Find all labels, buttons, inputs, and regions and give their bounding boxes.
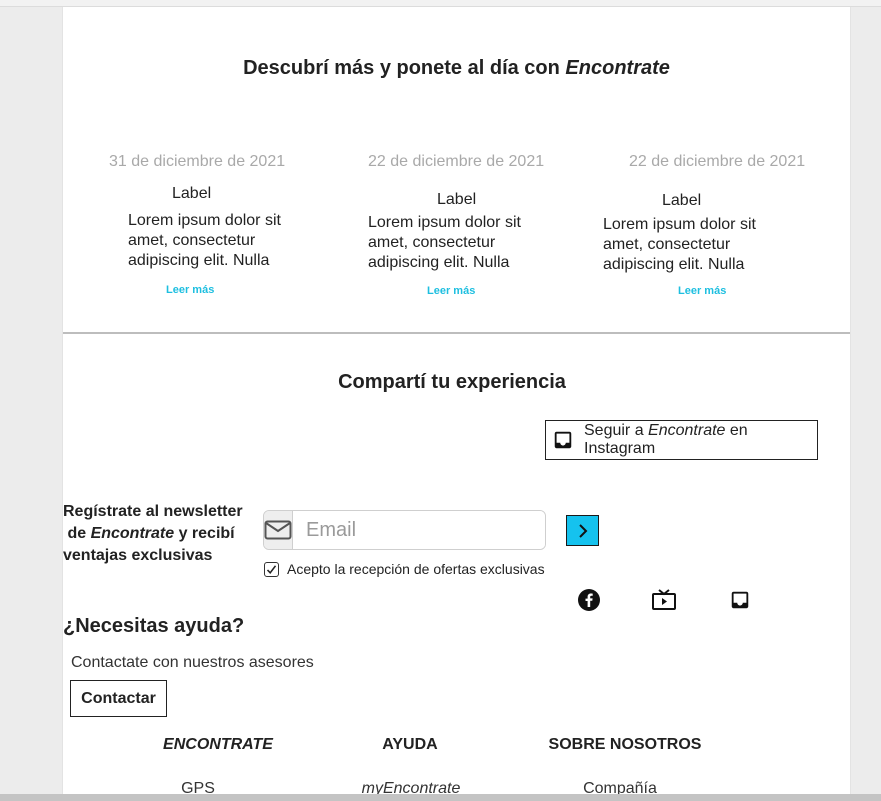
footer-heading-sobre-nosotros: SOBRE NOSOTROS: [548, 736, 702, 753]
article-3-date: 22 de diciembre de 2021: [629, 153, 806, 170]
share-section-title: Compartí tu experiencia: [338, 371, 566, 393]
help-title: ¿Necesitas ayuda?: [63, 615, 245, 637]
mail-icon: [264, 511, 293, 549]
newsletter-submit-button[interactable]: [566, 515, 599, 546]
section-divider: [63, 332, 850, 334]
accept-offers-label: Acepto la recepción de ofertas exclusiva…: [287, 561, 545, 577]
news-section-title: Descubrí más y ponete al día con Encontr…: [63, 57, 850, 80]
email-field-group: [263, 510, 546, 550]
email-input[interactable]: [293, 511, 545, 549]
news-title-brand: Encontrate: [565, 57, 670, 79]
article-3-text: Lorem ipsum dolor sit amet, consectetur …: [603, 216, 756, 273]
article-2-label: Label: [437, 191, 477, 208]
contact-button[interactable]: Contactar: [70, 680, 167, 717]
article-2-date: 22 de diciembre de 2021: [368, 153, 545, 170]
article-1-text: Lorem ipsum dolor sit amet, consectetur …: [128, 212, 281, 269]
tv-icon[interactable]: [651, 587, 677, 613]
facebook-icon[interactable]: [576, 587, 602, 613]
footer-heading-ayuda: AYUDA: [382, 736, 438, 753]
instagram-label-prefix: Seguir a: [584, 422, 649, 439]
footer-link-myencontrate[interactable]: myEncontrate: [336, 780, 486, 794]
article-3-label: Label: [662, 192, 702, 209]
newsletter-line-2-suffix: y recibí: [174, 525, 235, 542]
chevron-right-icon: [578, 523, 587, 538]
accept-offers-row: Acepto la recepción de ofertas exclusiva…: [264, 561, 545, 577]
article-3-read-more[interactable]: Leer más: [678, 285, 726, 297]
help-subtitle: Contactate con nuestros asesores: [71, 654, 314, 671]
browser-top-edge: [0, 0, 881, 7]
page-content: Descubrí más y ponete al día con Encontr…: [62, 7, 851, 794]
article-1-date: 31 de diciembre de 2021: [109, 153, 286, 170]
article-1-label: Label: [172, 185, 212, 202]
footer-link-gps[interactable]: GPS: [123, 780, 273, 794]
footer-link-compania[interactable]: Compañía: [545, 780, 695, 794]
inbox-icon[interactable]: [727, 587, 753, 613]
article-2-text: Lorem ipsum dolor sit amet, consectetur …: [368, 214, 521, 271]
newsletter-line-2: de Encontrate y recibí: [63, 523, 253, 545]
inbox-icon: [552, 429, 574, 451]
article-2-read-more[interactable]: Leer más: [427, 285, 475, 297]
follow-instagram-button[interactable]: Seguir a Encontrate en Instagram: [545, 420, 818, 460]
instagram-label: Seguir a Encontrate en Instagram: [584, 422, 817, 458]
instagram-label-brand: Encontrate: [648, 422, 726, 439]
accept-offers-checkbox[interactable]: [264, 561, 279, 577]
checkmark-icon: [266, 564, 277, 574]
newsletter-line-1: Regístrate al newsletter: [63, 503, 243, 520]
news-title-text: Descubrí más y ponete al día con: [243, 57, 566, 79]
newsletter-text: Regístrate al newsletter de Encontrate y…: [63, 501, 253, 567]
horizontal-scrollbar[interactable]: [0, 794, 881, 801]
newsletter-line-3: ventajas exclusivas: [63, 547, 213, 564]
article-1-read-more[interactable]: Leer más: [166, 284, 214, 296]
footer-heading-encontrate-text: ENCONTRATE: [163, 736, 273, 753]
newsletter-line-2-brand: Encontrate: [90, 525, 175, 542]
newsletter-line-2-prefix: de: [63, 525, 91, 542]
footer-heading-encontrate: ENCONTRATE: [143, 736, 293, 754]
